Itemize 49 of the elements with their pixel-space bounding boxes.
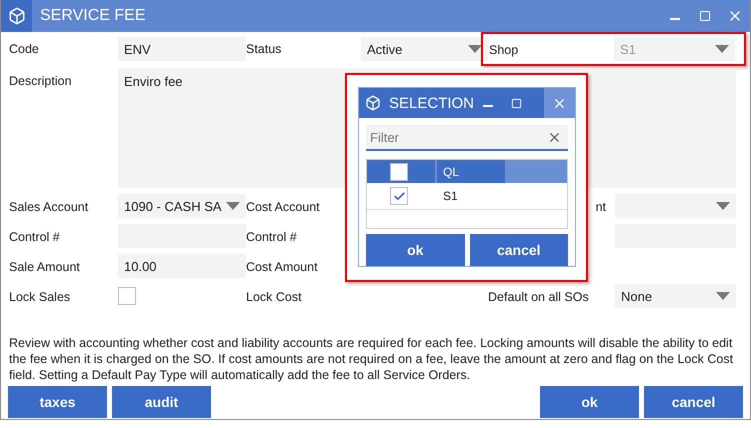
field-label: Sales Account bbox=[9, 199, 90, 214]
field-label: Control # bbox=[9, 229, 61, 244]
dropdown-caret-icon bbox=[716, 202, 730, 210]
field-label: Code bbox=[9, 41, 40, 56]
action-button[interactable]: taxes bbox=[8, 386, 107, 418]
header-checkbox[interactable] bbox=[390, 162, 408, 180]
row-checkbox[interactable] bbox=[390, 187, 408, 205]
field-label: Default on all SOs bbox=[488, 289, 590, 304]
window-title: SERVICE FEE bbox=[40, 7, 147, 25]
minimize-icon bbox=[483, 105, 494, 107]
field-label: Lock Sales bbox=[9, 289, 72, 304]
dropdown-caret-icon bbox=[715, 45, 729, 53]
table-cell-text: S1 bbox=[442, 188, 459, 205]
dialog-button[interactable]: cancel bbox=[470, 234, 568, 266]
dropdown-field[interactable] bbox=[615, 194, 736, 218]
field-label: Cost Account bbox=[246, 199, 321, 214]
checkbox[interactable] bbox=[118, 287, 136, 305]
field-label: Status bbox=[246, 41, 282, 56]
dropdown-field[interactable]: Active bbox=[361, 37, 488, 61]
column-header[interactable]: QL bbox=[437, 160, 507, 183]
text-field[interactable]: 10.00 bbox=[118, 254, 246, 278]
minimize-icon bbox=[670, 18, 680, 20]
filter-field[interactable]: Filter bbox=[366, 125, 568, 151]
field-label: Control # bbox=[246, 229, 298, 244]
clear-icon[interactable] bbox=[547, 130, 562, 145]
maximize-icon bbox=[699, 10, 711, 22]
help-text: Review with accounting whether cost and liability accounts are required for each fee. Locking amounts will disable the ability to edit the fee when it is charged on the SO. If cost amounts are not required on a fee, leave the amount at zero and flag on the Lock Cost field. Setting a Default Pay Type will automatically add the fee to all Service Orders. bbox=[9, 335, 734, 383]
dropdown-caret-icon bbox=[226, 202, 240, 210]
maximize-icon bbox=[510, 98, 522, 108]
cube-icon bbox=[8, 7, 26, 25]
field-label: Sale Amount bbox=[9, 259, 81, 274]
dialog-button[interactable]: ok bbox=[540, 386, 639, 418]
dropdown-field[interactable]: None bbox=[615, 284, 736, 308]
field-label: Shop bbox=[489, 42, 520, 57]
field-label: nt bbox=[596, 199, 606, 214]
field-label: Lock Cost bbox=[246, 289, 303, 304]
text-field[interactable]: ENV bbox=[118, 37, 246, 61]
check-icon bbox=[392, 190, 406, 202]
action-button[interactable]: audit bbox=[112, 386, 211, 418]
dialog-button[interactable]: ok bbox=[366, 234, 464, 266]
dropdown-caret-icon bbox=[468, 45, 482, 53]
cube-icon bbox=[365, 95, 381, 111]
dialog-title: SELECTION bbox=[389, 94, 474, 112]
field-label: Cost Amount bbox=[246, 259, 319, 274]
dropdown-caret-icon bbox=[716, 292, 730, 300]
close-button[interactable] bbox=[544, 88, 575, 118]
field-label: Description bbox=[9, 73, 73, 88]
dropdown-field[interactable]: 1090 - CASH SA bbox=[118, 194, 246, 218]
dialog-button[interactable]: cancel bbox=[644, 386, 743, 418]
